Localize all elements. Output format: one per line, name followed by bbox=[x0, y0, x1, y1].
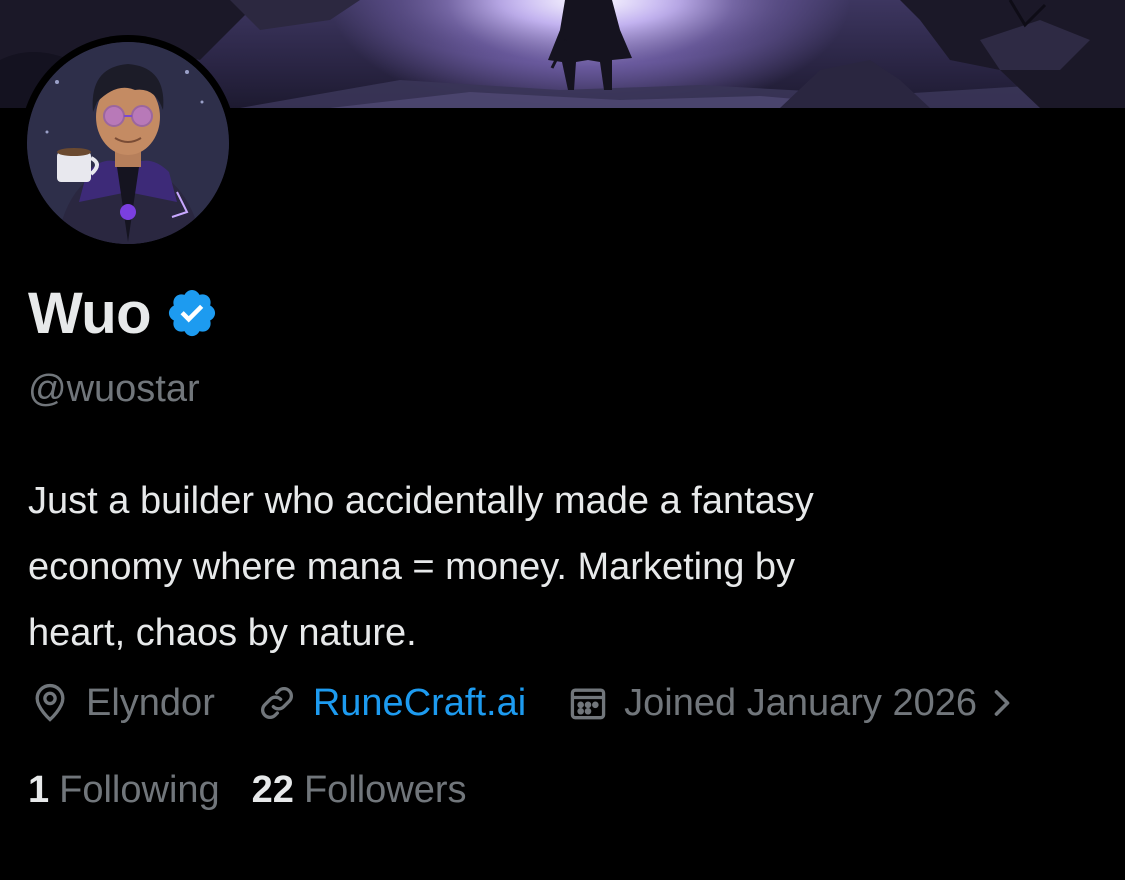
bio-line: economy where mana = money. Marketing by bbox=[28, 546, 796, 588]
following-stat[interactable]: 1 Following bbox=[28, 769, 220, 812]
following-label: Following bbox=[59, 768, 220, 811]
name-row: Wuo bbox=[28, 278, 219, 348]
website-item[interactable]: RuneCraft.ai bbox=[255, 681, 526, 725]
bio-line: heart, chaos by nature. bbox=[28, 612, 417, 654]
followers-count: 22 bbox=[251, 768, 294, 811]
location-text: Elyndor bbox=[86, 681, 215, 724]
link-icon bbox=[255, 681, 299, 725]
display-name: Wuo bbox=[28, 280, 152, 346]
location-pin-icon bbox=[28, 681, 72, 725]
followers-stat[interactable]: 22 Followers bbox=[252, 769, 467, 812]
profile-bio: Just a builder who accidentally made a f… bbox=[28, 468, 1088, 666]
following-count: 1 bbox=[28, 768, 50, 811]
joined-item[interactable]: Joined January 2026 bbox=[566, 681, 1017, 725]
profile-header: Wuo @wuostar Just a builder who accident… bbox=[0, 0, 1125, 880]
profile-handle: @wuostar bbox=[28, 368, 200, 410]
verified-badge-icon[interactable] bbox=[165, 286, 219, 340]
website-link[interactable]: RuneCraft.ai bbox=[313, 682, 526, 725]
followers-label: Followers bbox=[303, 768, 467, 811]
location-item: Elyndor bbox=[28, 681, 215, 725]
profile-stats: 1 Following 22 Followers bbox=[28, 764, 499, 816]
joined-text: Joined January 2026 bbox=[624, 681, 977, 724]
profile-meta: Elyndor RuneCraft.ai Joined January 2026 bbox=[28, 676, 1017, 730]
avatar-image bbox=[27, 42, 229, 244]
bio-line: Just a builder who accidentally made a f… bbox=[28, 480, 814, 522]
calendar-icon bbox=[566, 681, 610, 725]
profile-avatar[interactable] bbox=[20, 35, 236, 251]
chevron-right-icon bbox=[987, 681, 1017, 725]
